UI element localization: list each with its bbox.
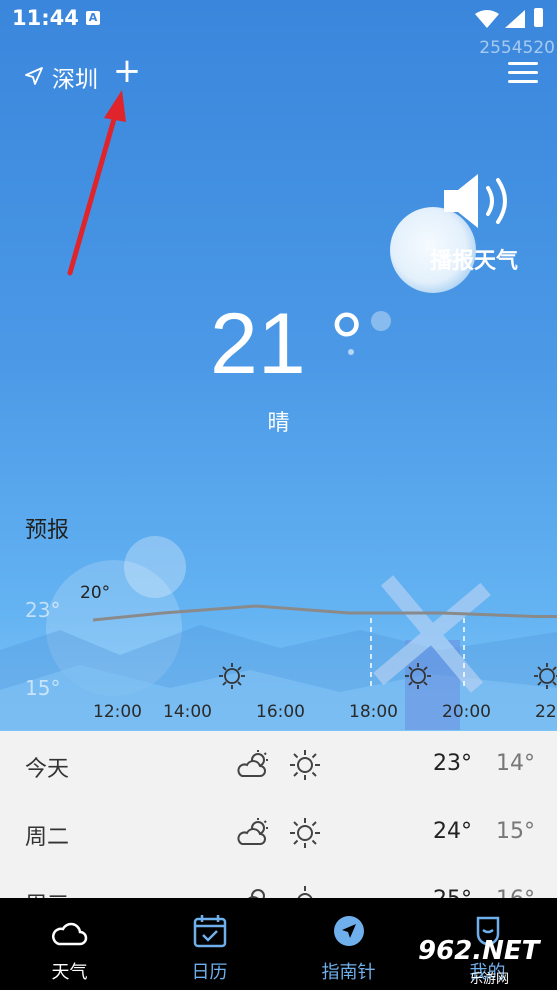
hour-label: 12:00 [93, 702, 142, 722]
forecast-title: 预报 [25, 518, 70, 543]
partly-cloudy-icon [237, 750, 268, 777]
day-name: 今天 [25, 757, 70, 782]
high-temp: 23° [433, 751, 472, 776]
cloud-icon [52, 922, 88, 946]
site-watermark-text: 乐游网 [470, 972, 510, 987]
temperature-line [92, 604, 557, 622]
current-temperature: 21 ° [210, 296, 364, 392]
nav-label: 指南针 [321, 962, 376, 983]
battery-icon [534, 8, 543, 27]
wifi-icon [475, 10, 499, 28]
daily-row[interactable]: 今天 23° 14° [0, 731, 557, 797]
data-label: 20° [80, 583, 110, 603]
menu-icon[interactable] [508, 62, 538, 88]
sun-icon [290, 750, 320, 780]
hour-label: 22:00 [535, 702, 557, 722]
current-condition: 晴 [267, 411, 290, 436]
partly-cloudy-icon [237, 818, 268, 845]
hour-label: 14:00 [163, 702, 212, 722]
nav-label: 天气 [51, 962, 88, 983]
calendar-icon [193, 915, 227, 948]
hour-label: 18:00 [349, 702, 398, 722]
y-axis-label-low: 15° [25, 676, 61, 700]
bubble-decoration [371, 311, 391, 331]
broadcast-weather-button[interactable]: 播报天气 [430, 243, 518, 275]
low-temp: 14° [496, 751, 535, 776]
daily-row[interactable]: 周二 24° 15° [0, 799, 557, 865]
compass-icon [334, 916, 364, 946]
nav-calendar[interactable]: 日历 [154, 898, 265, 990]
id-watermark: 2554520 [479, 38, 555, 58]
sun-icon [290, 818, 320, 848]
day-name: 周二 [25, 825, 70, 850]
nav-label: 日历 [191, 962, 228, 983]
nav-compass[interactable]: 指南针 [293, 898, 404, 990]
y-axis-label-high: 23° [25, 598, 61, 622]
daily-forecast-list: 今天 23° 14° 周二 24° 15° [0, 731, 557, 918]
hour-label: 16:00 [256, 702, 305, 722]
nav-weather[interactable]: 天气 [14, 898, 125, 990]
speaker-icon[interactable] [442, 172, 520, 230]
low-temp: 15° [496, 819, 535, 844]
site-watermark-logo: 962.NET [418, 936, 540, 966]
high-temp: 24° [433, 819, 472, 844]
signal-icon [505, 10, 525, 28]
weather-screen: 11:44 A 2554520 深圳 + 播报天气 21 ° 晴 预报 20° … [0, 0, 557, 990]
annotation-arrow-icon [67, 90, 126, 276]
hour-label: 20:00 [442, 702, 491, 722]
